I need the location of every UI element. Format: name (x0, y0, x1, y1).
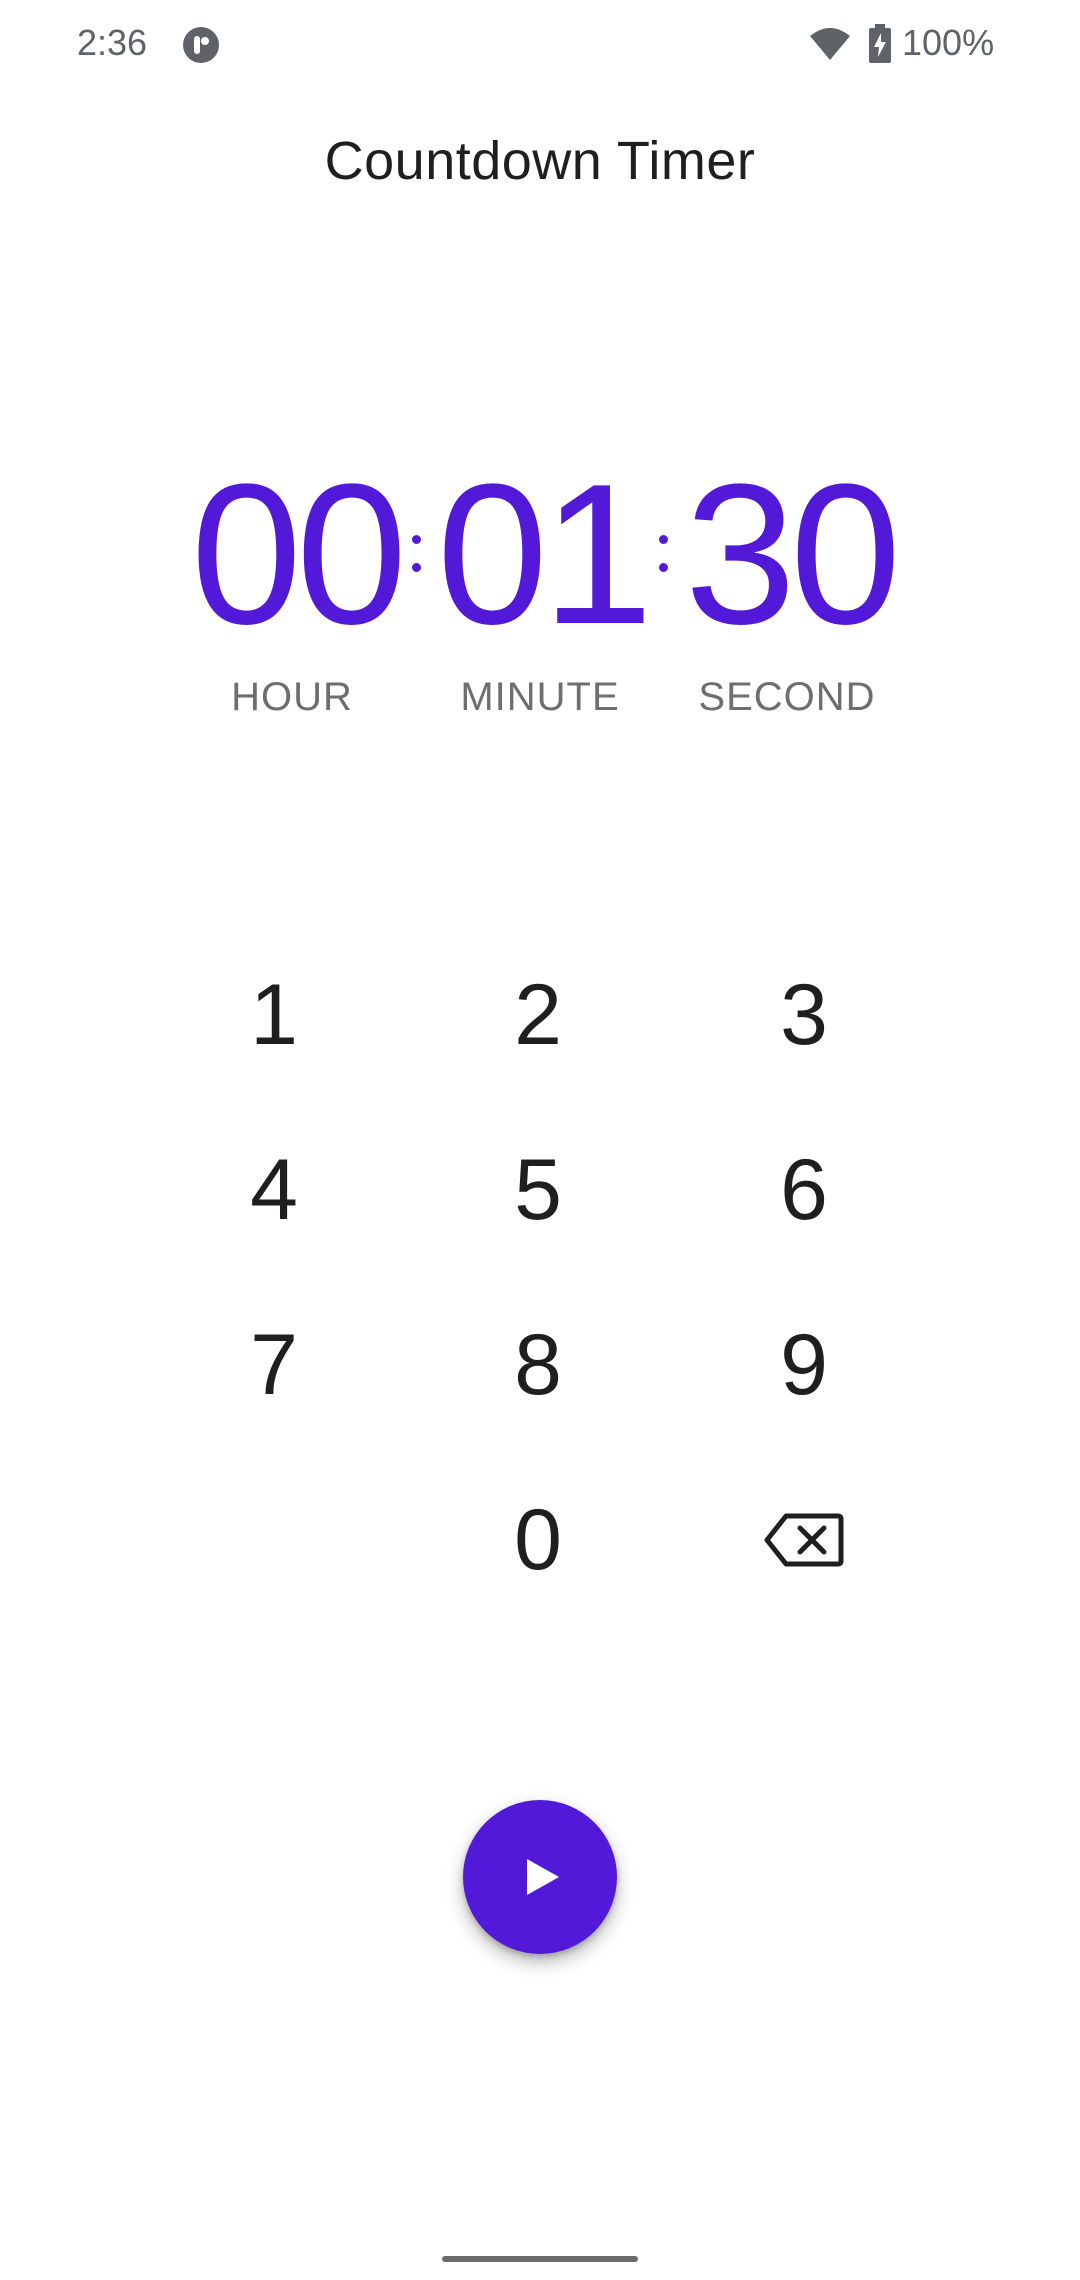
page-title: Countdown Timer (324, 131, 756, 191)
wifi-icon (810, 28, 850, 60)
key-2[interactable]: 2 (438, 940, 638, 1090)
app-notification-icon (183, 27, 219, 63)
backspace-icon (764, 1513, 844, 1567)
play-icon (527, 1859, 559, 1895)
timer-seconds: 30 (684, 443, 901, 666)
key-3[interactable]: 3 (704, 940, 904, 1090)
key-1[interactable]: 1 (174, 940, 374, 1090)
key-8[interactable]: 8 (438, 1290, 638, 1440)
key-5[interactable]: 5 (438, 1115, 638, 1265)
battery-charging-icon (869, 24, 891, 63)
key-9[interactable]: 9 (704, 1290, 904, 1440)
minute-label: MINUTE (460, 675, 620, 719)
hour-label: HOUR (231, 675, 353, 719)
status-bar: 2:36 100% (0, 0, 1080, 90)
key-6[interactable]: 6 (704, 1115, 904, 1265)
key-4[interactable]: 4 (174, 1115, 374, 1265)
timer-colon (412, 535, 422, 585)
key-0[interactable]: 0 (438, 1465, 638, 1615)
backspace-button[interactable] (704, 1465, 904, 1615)
timer-hours: 00 (190, 443, 407, 666)
start-button[interactable] (463, 1800, 617, 1954)
gesture-navigation-handle[interactable] (442, 2256, 638, 2262)
key-7[interactable]: 7 (174, 1290, 374, 1440)
timer-display: 00 01 30 (0, 455, 1080, 655)
status-time: 2:36 (77, 22, 148, 63)
timer-colon (659, 535, 669, 585)
second-label: SECOND (698, 675, 876, 719)
timer-minutes: 01 (436, 443, 653, 666)
battery-percent: 100% (902, 22, 995, 63)
